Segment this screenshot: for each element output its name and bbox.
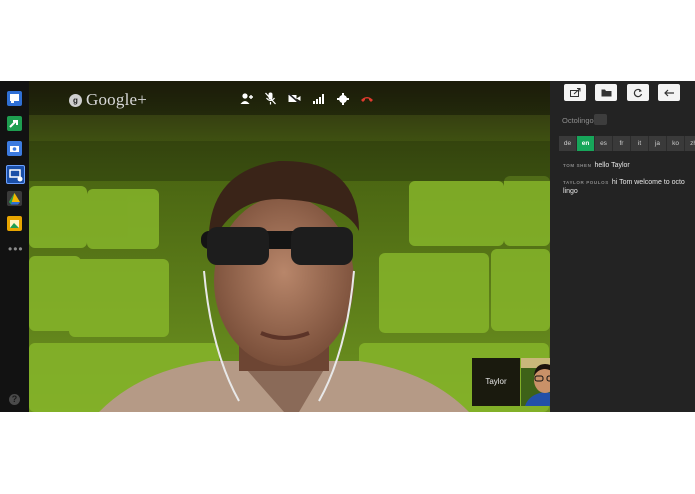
help-icon[interactable]: ? [9,394,20,405]
chat-message: TOM SHEN hello Taylor [563,161,687,170]
message-author: TOM SHEN [563,163,592,168]
effects-icon[interactable] [7,216,22,231]
brand-name: Google+ [86,90,148,109]
camera-icon[interactable] [7,141,22,156]
more-apps-icon[interactable]: ••• [8,243,24,255]
mic-mute-icon[interactable] [263,91,278,106]
participant-preview[interactable]: Taylor [472,358,550,406]
folder-icon[interactable] [595,84,617,101]
hangout-window: ••• ? g Google+ Taylor Octolingo de en e… [0,81,695,412]
message-author: TAYLOR POULOS [563,180,609,185]
video-off-icon[interactable] [287,91,302,106]
app-rail: ••• ? [0,81,29,412]
back-icon[interactable] [658,84,680,101]
app-panel: Octolingo de en es fr it ja ko zh TOM SH… [550,81,695,412]
self-video-thumbnail [521,358,550,406]
language-option-selected[interactable]: en [577,136,595,151]
hangouts-logo-icon: g [69,93,82,107]
signal-icon [311,91,326,106]
app-title: Octolingo [562,116,594,125]
message-text: hello Taylor [594,162,630,169]
invite-icon[interactable] [239,91,254,106]
language-option[interactable]: zh [685,136,695,151]
refresh-icon[interactable] [627,84,649,101]
language-option[interactable]: fr [613,136,631,151]
chat-icon[interactable] [7,91,22,106]
language-option[interactable]: ja [649,136,667,151]
remote-desktop-icon[interactable] [6,165,25,184]
main-video: g Google+ Taylor [29,81,550,412]
participant-name: Taylor [472,358,520,406]
language-option[interactable]: de [559,136,577,151]
language-option[interactable]: it [631,136,649,151]
brand-logo: g Google+ [69,90,147,110]
share-icon[interactable] [564,84,586,101]
language-option[interactable]: es [595,136,613,151]
call-controls [239,91,374,106]
app-menu-icon[interactable] [594,114,607,125]
screenshare-icon[interactable] [7,116,22,131]
chat-message: TAYLOR POULOS hi Tom welcome to octo ling… [563,178,687,196]
drive-icon[interactable] [7,191,22,206]
language-option[interactable]: ko [667,136,685,151]
settings-icon[interactable] [335,91,350,106]
language-selector: de en es fr it ja ko zh [559,136,695,151]
hangup-icon[interactable] [359,91,374,106]
